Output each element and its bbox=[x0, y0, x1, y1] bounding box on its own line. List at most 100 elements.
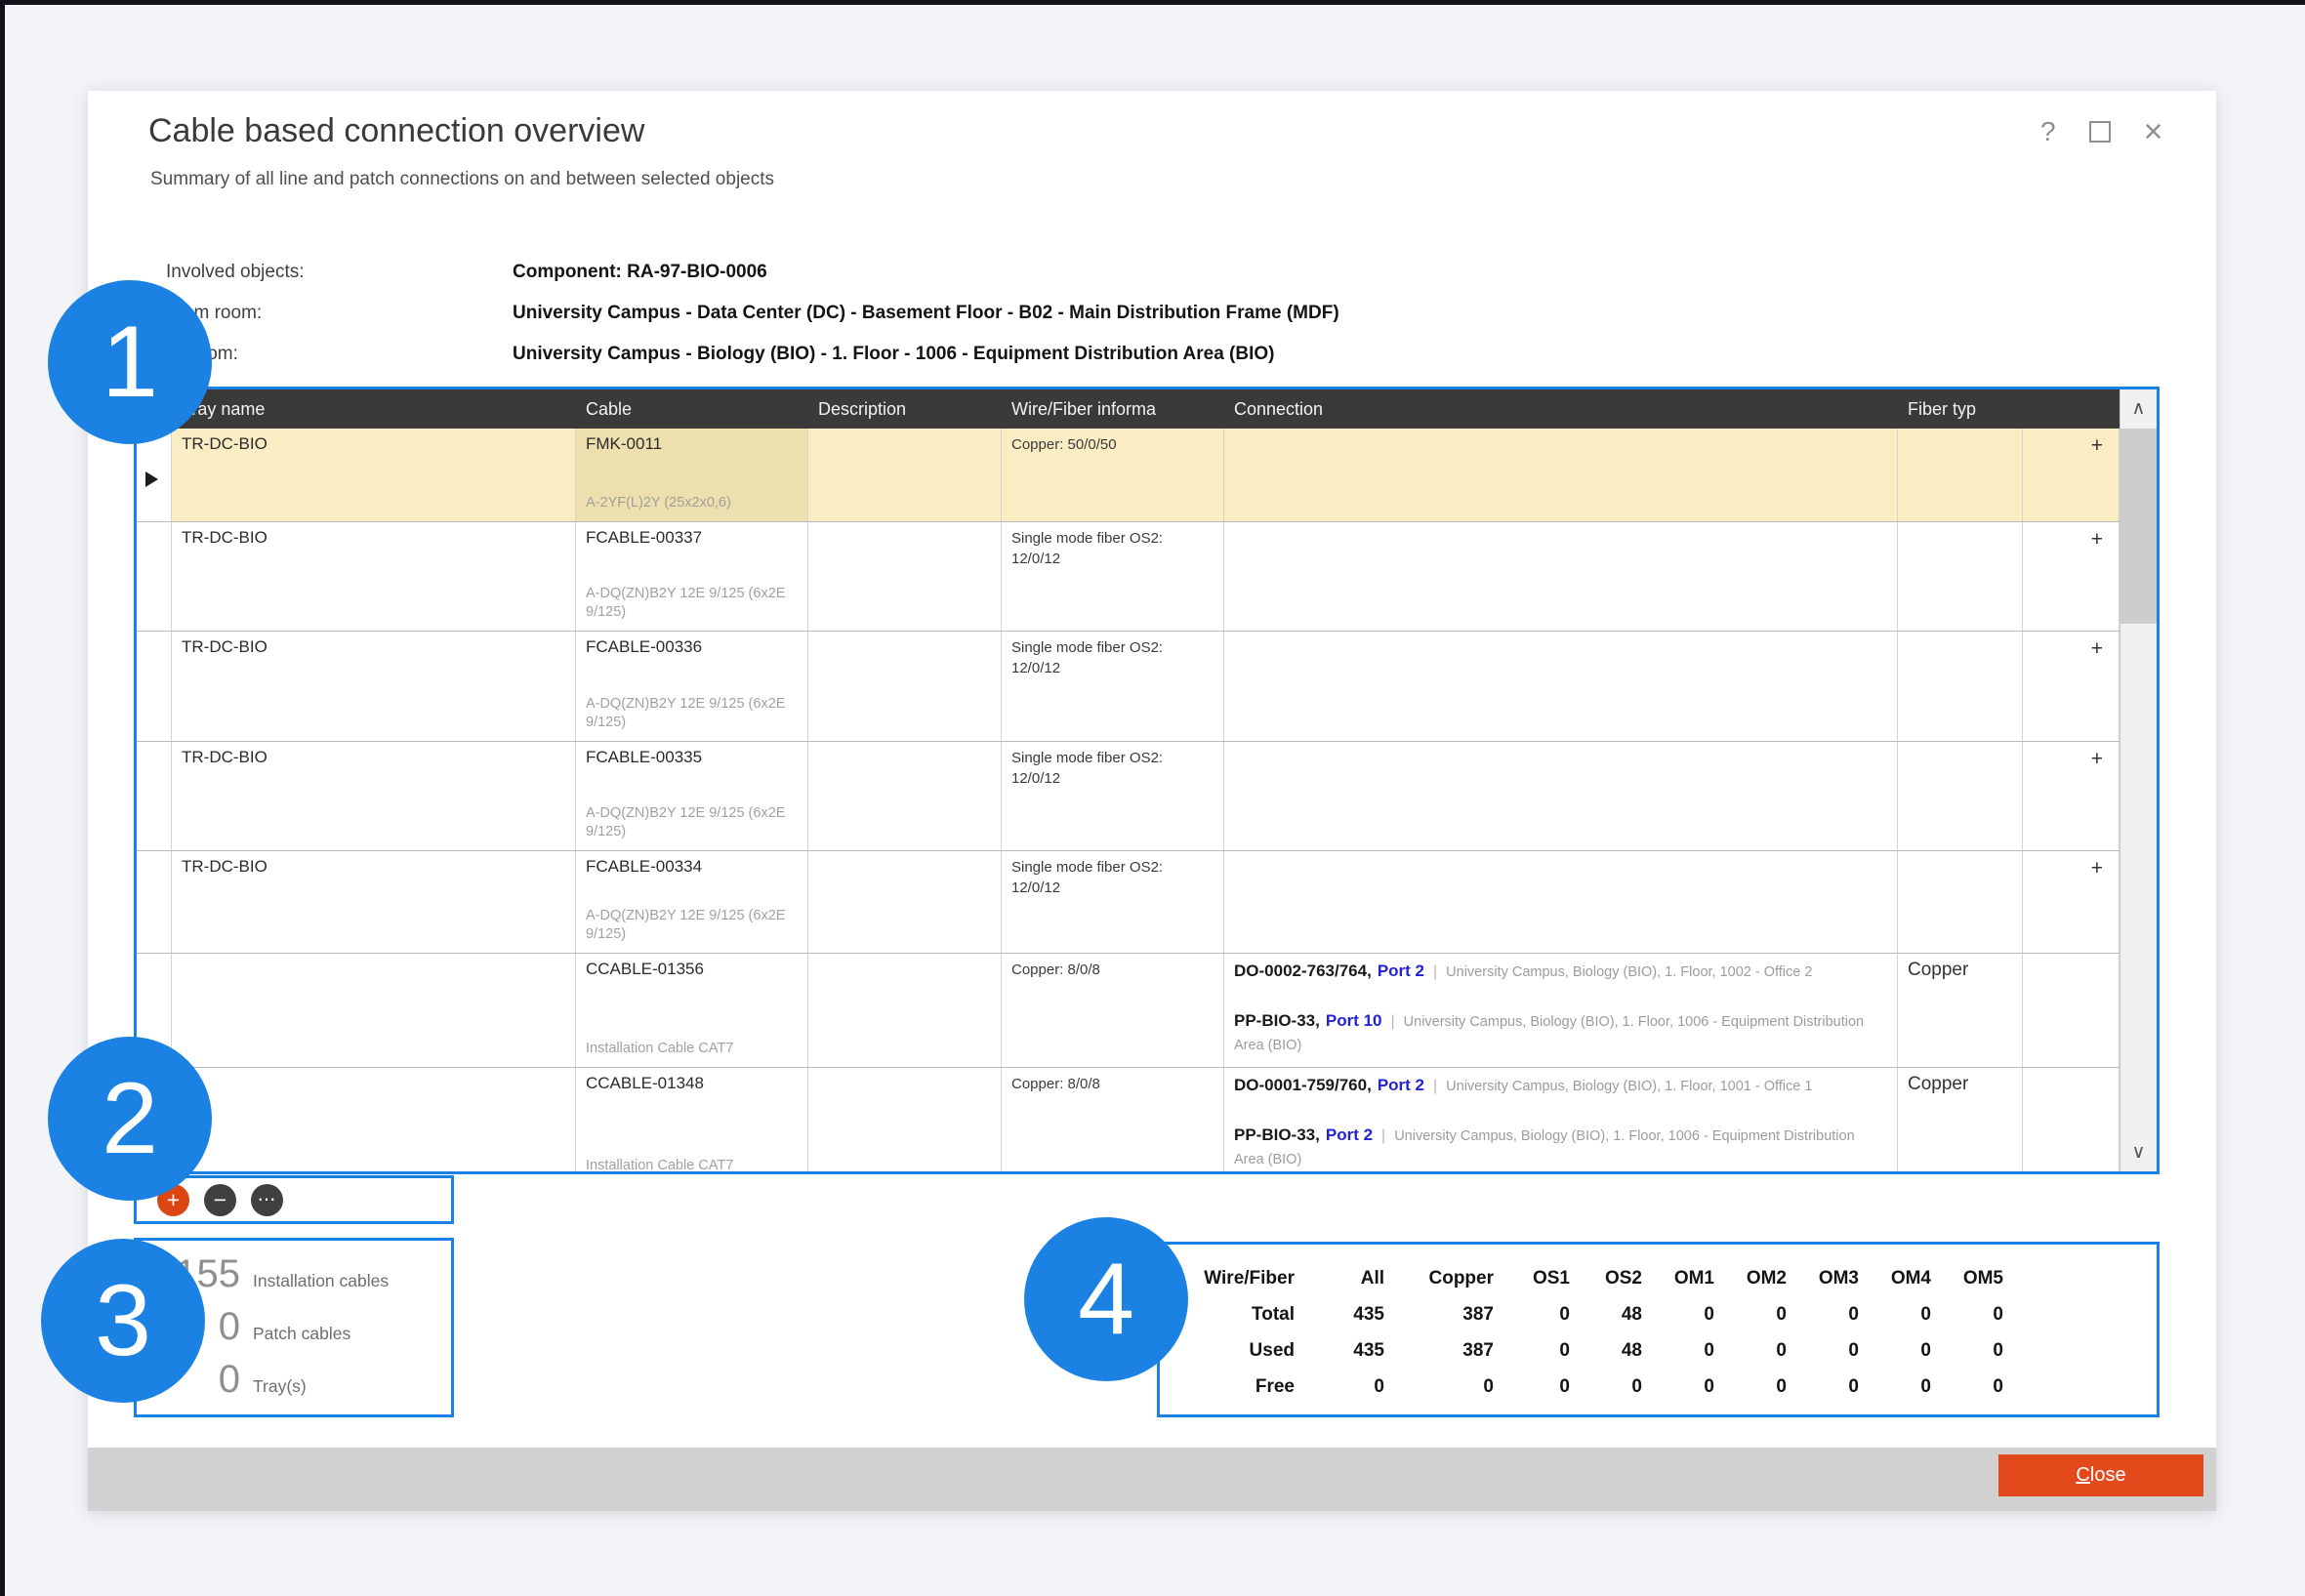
summary-value: 0 bbox=[1787, 1296, 1859, 1332]
scroll-up-icon[interactable]: ∧ bbox=[2120, 397, 2157, 420]
row-expander[interactable] bbox=[2023, 1068, 2120, 1171]
cable-type: Installation Cable CAT7 bbox=[586, 1040, 798, 1061]
scroll-down-icon[interactable]: ∨ bbox=[2120, 1141, 2157, 1164]
row-expander[interactable]: + bbox=[2023, 429, 2120, 521]
close-button[interactable]: Close bbox=[1998, 1454, 2203, 1496]
cell-tray-name[interactable] bbox=[172, 954, 576, 1067]
titlebar-icons: ? × bbox=[2040, 116, 2162, 147]
scrollbar-thumb[interactable] bbox=[2120, 429, 2157, 624]
connection-port-link[interactable]: Port 2 bbox=[1378, 962, 1424, 980]
cell-connection[interactable] bbox=[1224, 522, 1898, 631]
cable-name: CCABLE-01356 bbox=[586, 960, 798, 979]
cell-description[interactable] bbox=[808, 851, 1002, 953]
vertical-scrollbar[interactable]: ∧ ∨ bbox=[2120, 389, 2157, 1171]
table-row[interactable]: TR-DC-BIO FCABLE-00335 A-DQ(ZN)B2Y 12E 9… bbox=[137, 742, 2120, 851]
column-header-connection[interactable]: Connection bbox=[1224, 389, 1898, 429]
table-row[interactable]: TR-DC-BIO FCABLE-00336 A-DQ(ZN)B2Y 12E 9… bbox=[137, 632, 2120, 742]
connection-port-link[interactable]: Port 2 bbox=[1378, 1076, 1424, 1094]
column-header-tray-name[interactable]: Tray name bbox=[172, 389, 576, 429]
cell-wire-fiber-info[interactable]: Single mode fiber OS2: 12/0/12 bbox=[1002, 632, 1224, 741]
cell-fiber-type[interactable] bbox=[1898, 429, 2023, 521]
cell-connection[interactable] bbox=[1224, 632, 1898, 741]
cell-cable[interactable]: FMK-0011 A-2YF(L)2Y (25x2x0,6) bbox=[576, 429, 808, 521]
cell-cable[interactable]: FCABLE-00334 A-DQ(ZN)B2Y 12E 9/125 (6x2E… bbox=[576, 851, 808, 953]
close-button-label-rest: lose bbox=[2090, 1464, 2126, 1486]
table-row[interactable]: CCABLE-01356 Installation Cable CAT7 Cop… bbox=[137, 954, 2120, 1068]
cell-tray-name[interactable]: TR-DC-BIO bbox=[172, 742, 576, 850]
summary-col-header: OM3 bbox=[1787, 1260, 1859, 1296]
cell-fiber-type[interactable] bbox=[1898, 632, 2023, 741]
cell-fiber-type[interactable] bbox=[1898, 851, 2023, 953]
cell-cable[interactable]: CCABLE-01348 Installation Cable CAT7 bbox=[576, 1068, 808, 1171]
maximize-icon[interactable] bbox=[2089, 121, 2111, 143]
cell-connection[interactable] bbox=[1224, 851, 1898, 953]
cell-connection[interactable] bbox=[1224, 429, 1898, 521]
row-expander[interactable] bbox=[2023, 954, 2120, 1067]
cell-description[interactable] bbox=[808, 1068, 1002, 1171]
cell-wire-fiber-info[interactable]: Single mode fiber OS2: 12/0/12 bbox=[1002, 522, 1224, 631]
connections-grid-inner: * Tray name Cable Description Wire/Fiber… bbox=[137, 389, 2157, 1171]
help-icon[interactable]: ? bbox=[2040, 116, 2056, 147]
cell-fiber-type[interactable] bbox=[1898, 742, 2023, 850]
row-expander[interactable]: + bbox=[2023, 522, 2120, 631]
column-header-cable[interactable]: Cable bbox=[576, 389, 808, 429]
column-header-fiber-type[interactable]: Fiber typ bbox=[1898, 389, 2023, 429]
cell-tray-name[interactable]: TR-DC-BIO bbox=[172, 522, 576, 631]
cell-connection[interactable]: DO-0001-759/760,Port 2|University Campus… bbox=[1224, 1068, 1898, 1171]
table-row[interactable]: CCABLE-01348 Installation Cable CAT7 Cop… bbox=[137, 1068, 2120, 1171]
cable-name: CCABLE-01348 bbox=[586, 1074, 798, 1093]
cell-description[interactable] bbox=[808, 522, 1002, 631]
cell-tray-name[interactable]: TR-DC-BIO bbox=[172, 632, 576, 741]
remove-button[interactable]: − bbox=[204, 1184, 236, 1216]
table-row[interactable]: TR-DC-BIO FCABLE-00337 A-DQ(ZN)B2Y 12E 9… bbox=[137, 522, 2120, 632]
cell-description[interactable] bbox=[808, 742, 1002, 850]
cell-connection[interactable]: DO-0002-763/764,Port 2|University Campus… bbox=[1224, 954, 1898, 1067]
annotation-callout-4: 4 bbox=[1024, 1217, 1188, 1381]
cell-wire-fiber-info[interactable]: Single mode fiber OS2: 12/0/12 bbox=[1002, 851, 1224, 953]
cell-description[interactable] bbox=[808, 429, 1002, 521]
annotation-callout-2: 2 bbox=[48, 1037, 212, 1201]
cell-tray-name[interactable]: TR-DC-BIO bbox=[172, 429, 576, 521]
row-expander[interactable]: + bbox=[2023, 632, 2120, 741]
summary-value: 0 bbox=[1859, 1332, 1931, 1369]
connection-port-link[interactable]: Port 10 bbox=[1326, 1011, 1382, 1030]
cell-wire-fiber-info[interactable]: Copper: 8/0/8 bbox=[1002, 1068, 1224, 1171]
cell-wire-fiber-info[interactable]: Single mode fiber OS2: 12/0/12 bbox=[1002, 742, 1224, 850]
cell-fiber-type[interactable]: Copper bbox=[1898, 954, 2023, 1067]
row-selector-cell[interactable] bbox=[137, 851, 172, 953]
row-expander[interactable]: + bbox=[2023, 742, 2120, 850]
connection-object: DO-0001-759/760, bbox=[1234, 1076, 1372, 1094]
cable-name: FCABLE-00336 bbox=[586, 637, 798, 657]
row-selector-cell[interactable] bbox=[137, 522, 172, 631]
connection-port-link[interactable]: Port 2 bbox=[1326, 1125, 1373, 1144]
cell-cable[interactable]: FCABLE-00336 A-DQ(ZN)B2Y 12E 9/125 (6x2E… bbox=[576, 632, 808, 741]
row-selector-cell[interactable] bbox=[137, 742, 172, 850]
separator: | bbox=[1433, 1078, 1437, 1094]
cell-cable[interactable]: FCABLE-00335 A-DQ(ZN)B2Y 12E 9/125 (6x2E… bbox=[576, 742, 808, 850]
cell-cable[interactable]: FCABLE-00337 A-DQ(ZN)B2Y 12E 9/125 (6x2E… bbox=[576, 522, 808, 631]
cell-description[interactable] bbox=[808, 954, 1002, 1067]
cell-tray-name[interactable] bbox=[172, 1068, 576, 1171]
column-header-description[interactable]: Description bbox=[808, 389, 1002, 429]
cell-wire-fiber-info[interactable]: Copper: 50/0/50 bbox=[1002, 429, 1224, 521]
summary-value: 0 bbox=[1295, 1369, 1384, 1405]
cell-tray-name[interactable]: TR-DC-BIO bbox=[172, 851, 576, 953]
summary-row-label: Total bbox=[1170, 1296, 1295, 1332]
cell-fiber-type[interactable] bbox=[1898, 522, 2023, 631]
cell-fiber-type[interactable]: Copper bbox=[1898, 1068, 2023, 1171]
cell-description[interactable] bbox=[808, 632, 1002, 741]
connection-object: PP-BIO-33, bbox=[1234, 1125, 1320, 1144]
row-expander[interactable]: + bbox=[2023, 851, 2120, 953]
table-row[interactable]: TR-DC-BIO FCABLE-00334 A-DQ(ZN)B2Y 12E 9… bbox=[137, 851, 2120, 954]
cell-wire-fiber-info[interactable]: Copper: 8/0/8 bbox=[1002, 954, 1224, 1067]
summary-value: 0 bbox=[1787, 1332, 1859, 1369]
summary-value: 0 bbox=[1714, 1369, 1787, 1405]
cell-cable[interactable]: CCABLE-01356 Installation Cable CAT7 bbox=[576, 954, 808, 1067]
column-header-wire-fiber[interactable]: Wire/Fiber informa bbox=[1002, 389, 1224, 429]
close-icon[interactable]: × bbox=[2144, 118, 2163, 145]
more-options-button[interactable]: ⋯ bbox=[251, 1184, 283, 1216]
table-row[interactable]: TR-DC-BIO FMK-0011 A-2YF(L)2Y (25x2x0,6)… bbox=[137, 429, 2120, 522]
cell-connection[interactable] bbox=[1224, 742, 1898, 850]
wire-fiber-summary-panel: Wire/Fiber All Copper OS1 OS2 OM1 OM2 OM… bbox=[1157, 1242, 2160, 1417]
row-selector-cell[interactable] bbox=[137, 632, 172, 741]
